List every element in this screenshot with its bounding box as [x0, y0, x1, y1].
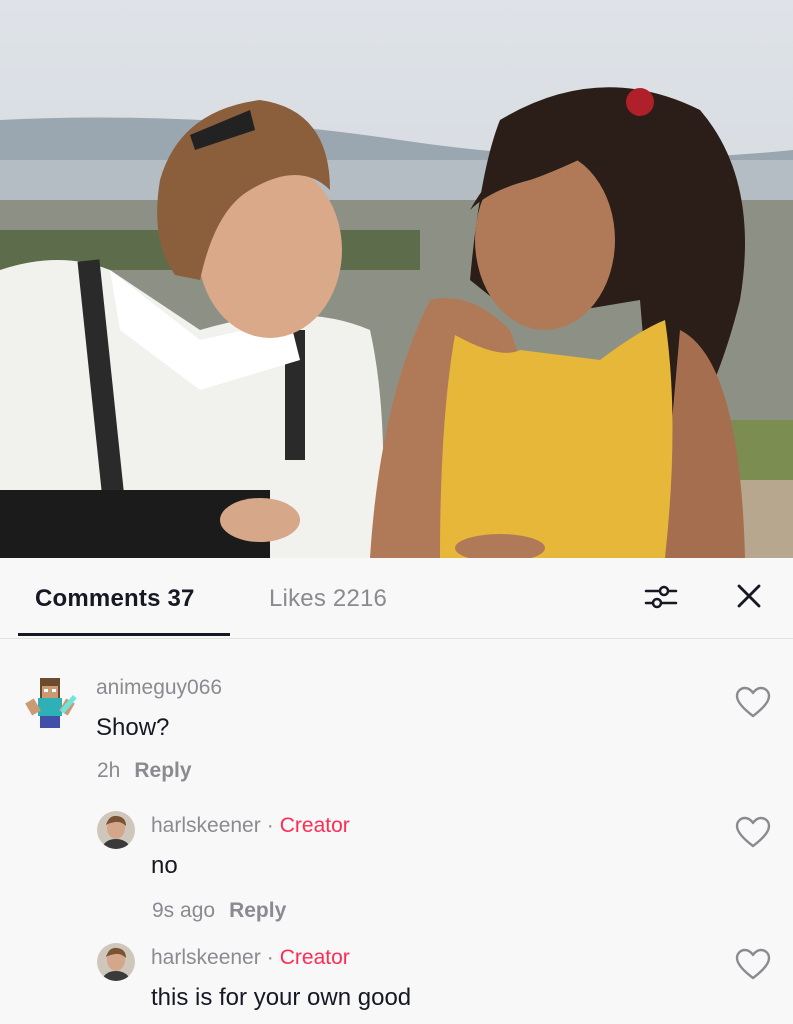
comment-item: animeguy066 Show? 2h Reply: [0, 668, 793, 798]
creator-avatar-icon: [97, 943, 135, 981]
comment-text: no: [151, 852, 178, 879]
comment-username[interactable]: animeguy066: [96, 676, 222, 700]
username-text[interactable]: harlskeener: [151, 946, 261, 969]
avatar[interactable]: [97, 943, 135, 981]
comment-time: 9s ago: [152, 899, 216, 922]
filter-sliders-icon: [644, 585, 678, 609]
comment-time: 2h: [97, 759, 121, 782]
comment-meta: 9s ago Reply: [152, 899, 286, 923]
like-button[interactable]: [735, 686, 771, 720]
comment-text: this is for your own good: [151, 984, 412, 1011]
heart-outline-icon: [735, 948, 771, 980]
comment-text: Show?: [96, 714, 170, 741]
comment-meta: 2h Reply: [97, 759, 192, 783]
reply-item: harlskeener · Creator this is for your own…: [0, 940, 793, 1024]
panel-tabs: Comments 37 Likes 2216: [0, 558, 793, 639]
reply-button[interactable]: Reply: [229, 899, 286, 922]
reply-button[interactable]: Reply: [134, 759, 191, 782]
creator-badge: Creator: [279, 946, 350, 969]
like-button[interactable]: [735, 948, 771, 982]
reply-item: harlskeener · Creator no 9s ago Reply: [0, 808, 793, 938]
tab-active-indicator: [18, 633, 230, 636]
video-frame[interactable]: [0, 0, 793, 558]
heart-outline-icon: [735, 816, 771, 848]
comment-username[interactable]: harlskeener · Creator: [151, 946, 350, 970]
username-text[interactable]: harlskeener: [151, 814, 261, 837]
creator-avatar-icon: [97, 811, 135, 849]
comments-panel: Comments 37 Likes 2216 animeguy066 Show?…: [0, 558, 793, 1024]
tab-comments[interactable]: Comments 37: [35, 584, 195, 614]
creator-badge: Creator: [279, 814, 350, 837]
like-button[interactable]: [735, 816, 771, 850]
avatar[interactable]: [97, 811, 135, 849]
close-button[interactable]: [734, 581, 764, 611]
heart-outline-icon: [735, 686, 771, 718]
tab-likes[interactable]: Likes 2216: [269, 584, 387, 614]
comment-username[interactable]: harlskeener · Creator: [151, 814, 350, 838]
close-icon: [737, 584, 761, 608]
filter-button[interactable]: [644, 582, 678, 612]
avatar[interactable]: [22, 674, 80, 732]
minecraft-avatar-icon: [25, 678, 77, 728]
video-scene-image: [0, 0, 793, 558]
